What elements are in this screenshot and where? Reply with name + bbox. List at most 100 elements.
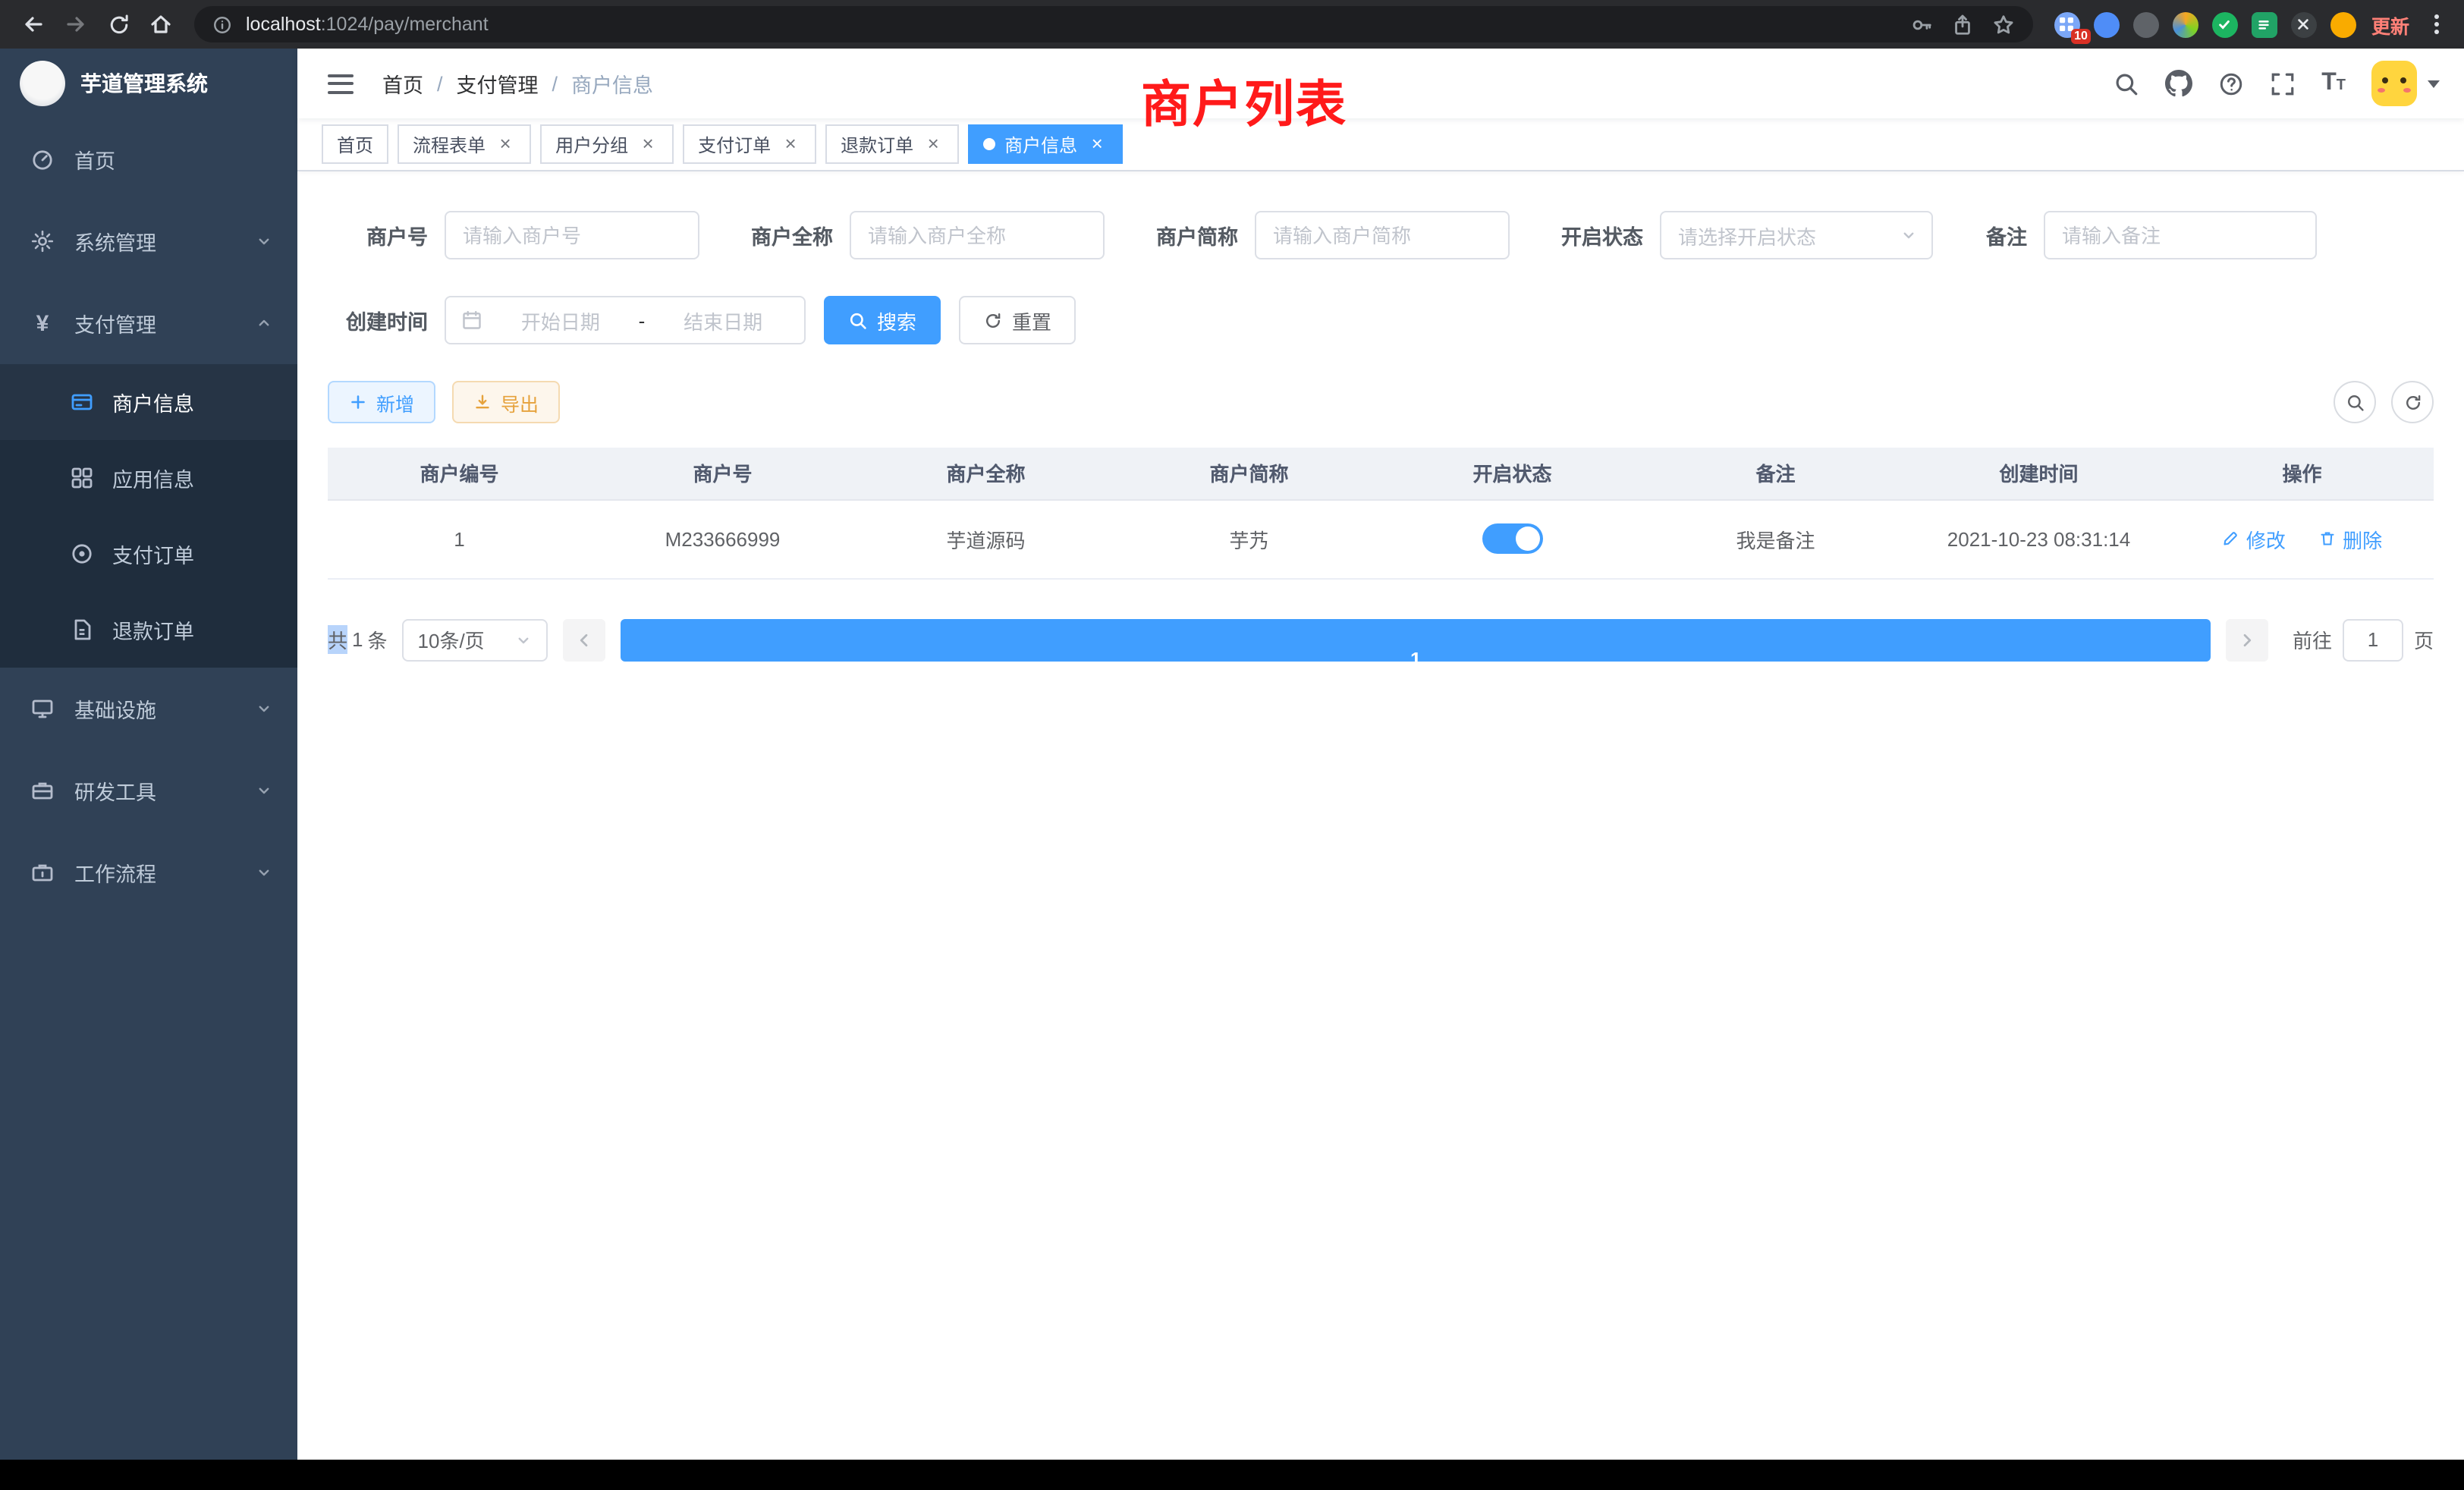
table-header-row: 商户编号 商户号 商户全称 商户简称 开启状态 备注 创建时间 操作: [328, 448, 2434, 499]
sidebar-item-infra[interactable]: 基础设施: [0, 668, 297, 750]
next-page-button[interactable]: [2226, 618, 2268, 661]
payment-submenu: 商户信息 应用信息 支付订单: [0, 364, 297, 668]
tab-pay-order[interactable]: 支付订单 ×: [683, 124, 816, 164]
sidebar-item-pay-order[interactable]: 支付订单: [0, 516, 297, 592]
close-icon[interactable]: ×: [922, 134, 944, 155]
bookmark-star-icon[interactable]: [1992, 13, 2015, 36]
url-text[interactable]: localhost:1024/pay/merchant: [246, 14, 1897, 35]
fullscreen-icon[interactable]: [2270, 71, 2296, 96]
hamburger-icon[interactable]: [322, 64, 360, 102]
extension-icon-monkey[interactable]: [2330, 11, 2356, 37]
browser-reload-icon[interactable]: [97, 3, 140, 46]
gear-icon: [30, 229, 55, 253]
refresh-button[interactable]: [2391, 381, 2434, 423]
sidebar-item-workflow[interactable]: 工作流程: [0, 831, 297, 913]
search-icon[interactable]: [2114, 71, 2139, 96]
password-key-icon[interactable]: [1910, 13, 1933, 36]
extension-icon-notes[interactable]: [2252, 11, 2277, 37]
extension-icon-tabs[interactable]: 10: [2054, 11, 2080, 37]
tab-refund-order[interactable]: 退款订单 ×: [825, 124, 959, 164]
date-start-placeholder: 开始日期: [495, 306, 627, 335]
browser-back-icon[interactable]: [12, 3, 55, 46]
date-range-picker[interactable]: 开始日期 - 结束日期: [445, 296, 806, 344]
status-toggle[interactable]: [1482, 523, 1543, 554]
tab-user-group[interactable]: 用户分组 ×: [540, 124, 674, 164]
breadcrumb-payment[interactable]: 支付管理: [457, 68, 539, 99]
url-bar[interactable]: localhost:1024/pay/merchant: [194, 6, 2033, 42]
reset-button-label: 重置: [1012, 306, 1051, 335]
browser-update-button[interactable]: 更新: [2371, 10, 2409, 39]
extension-icon-dark[interactable]: [2133, 11, 2159, 37]
close-icon[interactable]: ×: [637, 134, 658, 155]
page-number-1[interactable]: 1: [621, 618, 2211, 661]
status-select[interactable]: 请选择开启状态: [1660, 211, 1933, 259]
sidebar-item-home[interactable]: 首页: [0, 118, 297, 200]
page-size-select[interactable]: 10条/页: [403, 618, 548, 661]
help-icon[interactable]: [2218, 71, 2244, 96]
add-button[interactable]: 新增: [328, 381, 435, 423]
merchant-no-input[interactable]: [445, 211, 699, 259]
close-icon[interactable]: ×: [1086, 134, 1108, 155]
sidebar-item-devtools[interactable]: 研发工具: [0, 750, 297, 831]
browser-menu-icon[interactable]: [2422, 12, 2452, 36]
show-search-button[interactable]: [2334, 381, 2376, 423]
short-name-input[interactable]: [1255, 211, 1510, 259]
share-icon[interactable]: [1951, 13, 1974, 36]
user-menu[interactable]: [2371, 61, 2440, 106]
delete-link[interactable]: 删除: [2318, 524, 2382, 553]
remark-input[interactable]: [2044, 211, 2317, 259]
sidebar-item-app-info[interactable]: 应用信息: [0, 440, 297, 516]
delete-link-label: 删除: [2343, 524, 2382, 553]
col-merchant-id: 商户编号: [328, 448, 591, 499]
search-button[interactable]: 搜索: [824, 296, 941, 344]
browser-forward-icon[interactable]: [55, 3, 97, 46]
goto-label: 前往: [2293, 625, 2332, 654]
col-remark: 备注: [1644, 448, 1907, 499]
browser-home-icon[interactable]: [140, 3, 182, 46]
tab-process-form[interactable]: 流程表单 ×: [398, 124, 531, 164]
reset-button[interactable]: 重置: [959, 296, 1076, 344]
tab-label: 首页: [337, 131, 373, 157]
font-size-icon[interactable]: TT: [2321, 71, 2346, 96]
extension-icon-drop[interactable]: [2094, 11, 2120, 37]
avatar[interactable]: [2371, 61, 2417, 106]
edit-link[interactable]: 修改: [2222, 524, 2286, 553]
site-info-icon[interactable]: [212, 14, 232, 34]
filter-remark: 备注: [1966, 211, 2317, 259]
extension-icon-green-circle[interactable]: [2212, 11, 2238, 37]
chevron-down-icon: [1900, 226, 1918, 244]
tab-merchant-info[interactable]: 商户信息 ×: [968, 124, 1123, 164]
sidebar-item-label: 工作流程: [74, 857, 156, 888]
close-icon[interactable]: ×: [495, 134, 516, 155]
monitor-icon: [30, 696, 55, 721]
extension-icon-pinwheel[interactable]: [2291, 11, 2317, 37]
filter-status: 开启状态 请选择开启状态: [1543, 211, 1933, 259]
col-merchant-no: 商户号: [591, 448, 854, 499]
breadcrumb-home[interactable]: 首页: [382, 68, 423, 99]
tab-label: 商户信息: [1004, 131, 1077, 157]
yen-icon: ¥: [30, 312, 55, 335]
page-size-value: 10条/页: [418, 625, 485, 654]
app-logo[interactable]: 芋道管理系统: [0, 49, 297, 118]
cell-merchant-id: 1: [328, 499, 591, 578]
app-title: 芋道管理系统: [80, 68, 208, 99]
active-dot: [983, 138, 995, 150]
cell-create-time: 2021-10-23 08:31:14: [1907, 499, 2170, 578]
col-actions: 操作: [2170, 448, 2434, 499]
sidebar-item-merchant-info[interactable]: 商户信息: [0, 364, 297, 440]
export-button[interactable]: 导出: [452, 381, 560, 423]
goto-page-input[interactable]: [2343, 618, 2403, 661]
chevron-down-icon: [255, 699, 273, 718]
sidebar-item-refund-order[interactable]: 退款订单: [0, 592, 297, 668]
tab-label: 支付订单: [698, 131, 771, 157]
target-icon: [70, 542, 94, 566]
close-icon[interactable]: ×: [780, 134, 801, 155]
full-name-input[interactable]: [850, 211, 1105, 259]
tab-home[interactable]: 首页: [322, 124, 388, 164]
prev-page-button[interactable]: [564, 618, 606, 661]
chevron-down-icon: [255, 863, 273, 882]
sidebar-item-payment[interactable]: ¥ 支付管理: [0, 282, 297, 364]
github-icon[interactable]: [2165, 70, 2192, 97]
sidebar-item-system[interactable]: 系统管理: [0, 200, 297, 282]
extension-icon-avatar[interactable]: [2173, 11, 2198, 37]
